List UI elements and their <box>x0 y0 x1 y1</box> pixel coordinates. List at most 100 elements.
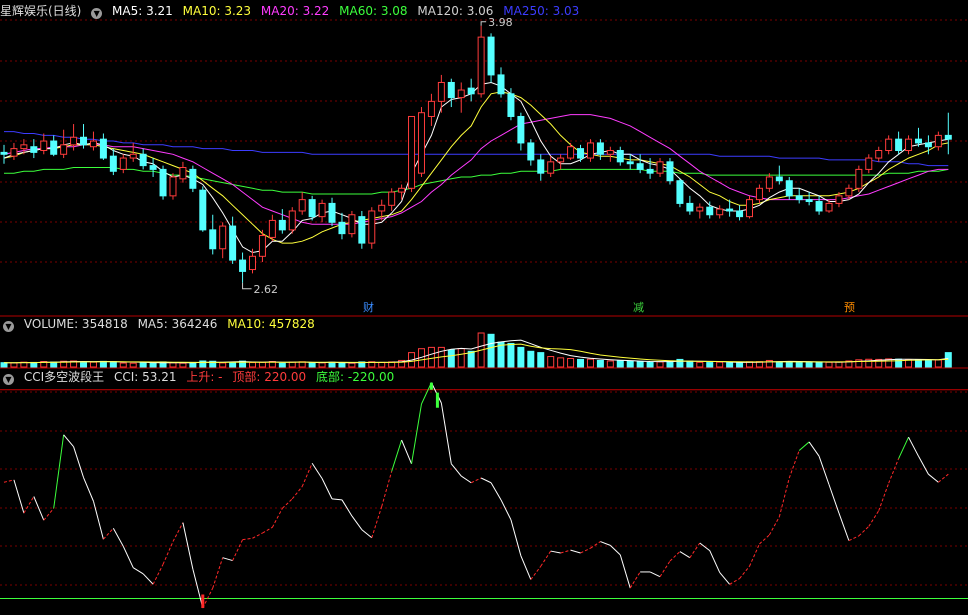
candle-body <box>358 216 366 244</box>
cci-segment <box>242 537 253 541</box>
stock-chart: 3.982.62 <box>0 16 968 609</box>
candle-body <box>50 140 58 155</box>
cci-segment <box>112 528 124 547</box>
volume-bar <box>0 362 8 368</box>
cci-segment <box>629 571 641 589</box>
candle-body <box>696 206 704 212</box>
cci-segment <box>699 542 711 551</box>
cci-segment <box>669 551 681 562</box>
cci-segment <box>450 463 462 477</box>
cci-segment <box>162 541 174 565</box>
volume-bar <box>80 361 88 368</box>
cci-segment <box>92 501 104 540</box>
candle-body <box>278 219 286 231</box>
volume-bar <box>626 360 634 368</box>
volume-ma5-value: MA5: 364246 <box>137 317 218 331</box>
event-tag-earnings[interactable]: 财 <box>361 301 376 314</box>
chevron-down-icon[interactable]: ▼ <box>3 321 14 332</box>
volume-bar <box>378 361 386 368</box>
candle-body <box>258 235 266 257</box>
volume-bar <box>775 361 783 368</box>
candle-body <box>646 168 654 174</box>
candle-body <box>129 153 137 159</box>
ma-line-ma10 <box>3 91 949 244</box>
volume-bar <box>318 362 326 368</box>
cci-segment <box>361 529 373 539</box>
volume-ma10-value: MA10: 457828 <box>227 317 315 331</box>
candle-body <box>388 191 396 206</box>
candle-body <box>467 87 475 95</box>
cci-segment <box>888 458 900 484</box>
cci-segment <box>739 565 750 579</box>
candle-body <box>378 204 386 212</box>
candle-body <box>815 201 823 212</box>
cci-segment <box>262 526 273 534</box>
cci-segment <box>63 434 74 448</box>
candle-body <box>308 199 316 218</box>
volume-bar <box>815 361 823 368</box>
candle-body <box>924 142 932 148</box>
volume-bar <box>328 361 336 368</box>
candle-body <box>795 195 803 201</box>
volume-bar <box>696 361 704 368</box>
volume-bar <box>616 360 624 368</box>
candle-body <box>805 199 813 203</box>
cci-segment <box>858 526 870 537</box>
volume-bar <box>338 362 346 368</box>
cci-segment <box>898 436 909 459</box>
event-tag-reduction[interactable]: 减 <box>631 301 646 314</box>
candle-body <box>318 202 326 218</box>
candle-body <box>189 168 197 189</box>
volume-panel <box>0 332 952 368</box>
candle-body <box>99 138 107 159</box>
high-marker <box>480 21 487 26</box>
cci-segment <box>540 550 552 567</box>
chevron-down-icon[interactable]: ▼ <box>91 8 103 19</box>
candle-body <box>80 136 88 146</box>
candle-body <box>487 36 495 76</box>
cci-segment <box>878 483 890 511</box>
candle-body <box>716 208 724 216</box>
event-tag-forecast[interactable]: 预 <box>842 301 857 314</box>
volume-bar <box>149 362 157 368</box>
volume-bar <box>527 350 535 368</box>
candle-body <box>427 100 435 117</box>
volume-bar <box>278 362 286 368</box>
candle-body <box>895 138 903 151</box>
candle-body <box>159 168 167 197</box>
volume-bar <box>646 361 654 368</box>
cci-segment <box>510 519 522 556</box>
volume-bar <box>89 361 97 368</box>
cci-segment <box>83 477 94 502</box>
candle-body <box>249 255 256 271</box>
cci-segment <box>142 573 154 585</box>
cci-segment <box>808 441 820 457</box>
cci-segment <box>749 543 760 567</box>
volume-bar <box>825 361 833 368</box>
candle-body <box>606 149 614 155</box>
volume-ma-line-ma10 <box>4 343 949 364</box>
candle-body <box>537 159 545 174</box>
cci-segment <box>222 557 233 562</box>
cci-segment <box>590 541 601 549</box>
cci-segment <box>768 516 780 536</box>
candle-body <box>149 165 157 170</box>
stock-title: 星辉娱乐(日线) <box>0 4 82 18</box>
ma-line-ma60 <box>4 167 949 195</box>
volume-bar <box>249 362 256 368</box>
cci-segment <box>132 567 144 575</box>
cci-segment <box>401 439 413 464</box>
candle-body <box>348 214 356 235</box>
cci-value: CCI: 53.21 <box>113 370 177 384</box>
candle-body <box>219 225 227 250</box>
candle-body <box>298 199 306 212</box>
candle-body <box>944 134 952 140</box>
chevron-down-icon[interactable]: ▼ <box>3 374 14 385</box>
cci-segment <box>689 542 701 558</box>
volume-bar <box>656 361 664 368</box>
volume-bar <box>666 360 674 368</box>
cci-segment <box>371 506 383 538</box>
candle-body <box>119 157 127 170</box>
candle-body <box>785 180 793 197</box>
candle-body <box>666 161 674 182</box>
